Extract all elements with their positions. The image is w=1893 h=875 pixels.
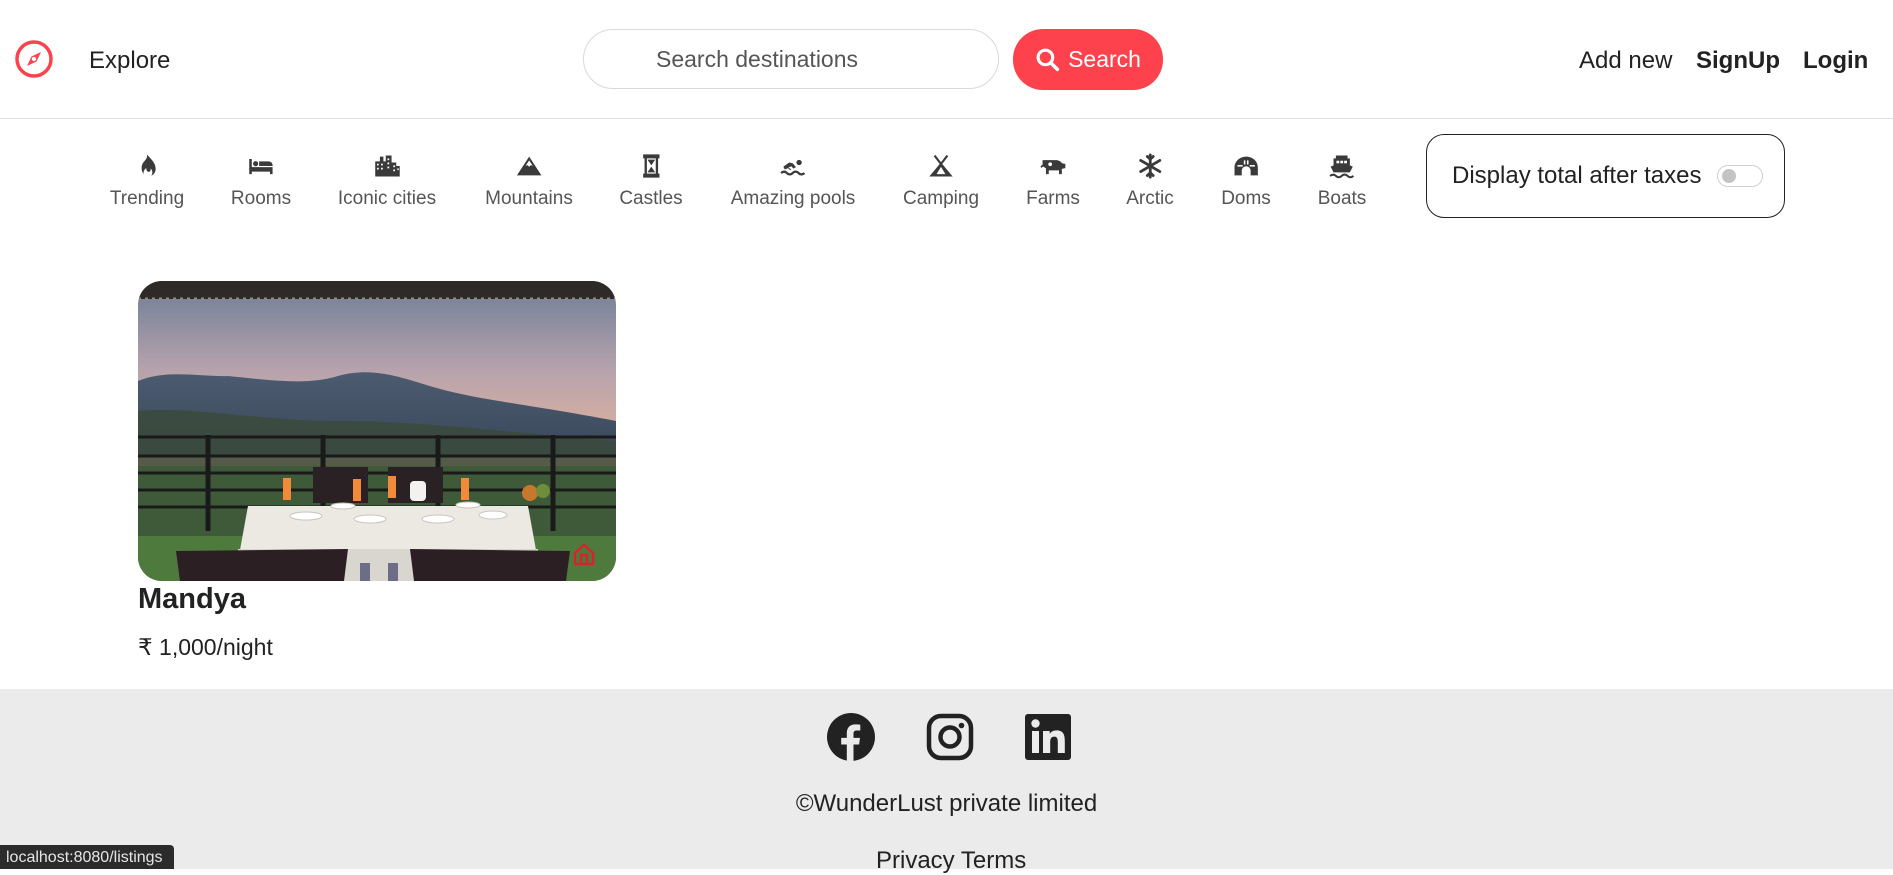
filter-iconic-cities[interactable]: Iconic cities <box>338 147 436 237</box>
filter-label: Trending <box>109 188 185 209</box>
tax-toggle-box: Display total after taxes <box>1426 134 1785 218</box>
filter-mountains[interactable]: Mountains <box>485 147 573 237</box>
linkedin-icon[interactable] <box>1023 712 1073 762</box>
instagram-icon[interactable] <box>925 712 975 762</box>
castle-icon <box>642 154 660 178</box>
filter-label: Boats <box>1317 188 1367 209</box>
login-link[interactable]: Login <box>1803 47 1868 75</box>
add-new-link[interactable]: Add new <box>1579 47 1672 75</box>
switch-knob <box>1722 169 1737 183</box>
footer-links: Privacy Terms <box>876 847 1026 875</box>
filter-doms[interactable]: Doms <box>1221 147 1271 237</box>
filter-boats[interactable]: Boats <box>1317 147 1367 237</box>
tax-toggle-switch[interactable] <box>1717 165 1764 187</box>
nav-explore-link[interactable]: Explore <box>89 47 170 75</box>
listing-photo <box>138 281 616 581</box>
snowflake-icon <box>1139 153 1161 179</box>
filter-label: Mountains <box>485 188 573 209</box>
search-input[interactable] <box>583 29 999 89</box>
filter-label: Camping <box>902 188 980 209</box>
cow-icon <box>1040 160 1066 175</box>
swimmer-icon <box>780 159 806 176</box>
navbar: Explore Search Add new SignUp Login <box>0 0 1893 119</box>
copyright-text: ©WunderLust private limited <box>795 790 1098 817</box>
filter-farms[interactable]: Farms <box>1026 147 1080 237</box>
city-icon <box>375 155 400 177</box>
filter-label: Farms <box>1026 188 1080 209</box>
listing-title[interactable]: Mandya <box>138 583 246 616</box>
mountain-icon <box>516 156 542 176</box>
filter-trending[interactable]: Trending <box>110 147 184 237</box>
filter-label: Rooms <box>230 188 292 209</box>
filter-castles[interactable]: Castles <box>619 147 683 237</box>
tent-icon <box>929 154 953 177</box>
filter-label: Arctic <box>1126 188 1174 209</box>
filter-arctic[interactable]: Arctic <box>1126 147 1174 237</box>
signup-link[interactable]: SignUp <box>1696 47 1780 75</box>
filter-camping[interactable]: Camping <box>903 147 979 237</box>
status-bar-url: localhost:8080/listings <box>0 845 174 869</box>
tax-toggle-label: Display total after taxes <box>1452 162 1702 189</box>
compass-icon[interactable] <box>14 39 54 79</box>
filter-label: Iconic cities <box>337 188 437 209</box>
listing-image[interactable] <box>138 281 616 581</box>
bed-icon <box>249 159 273 175</box>
igloo-icon <box>1234 156 1258 176</box>
ferry-icon <box>1329 155 1355 179</box>
search-button-label: Search <box>1068 46 1141 72</box>
fire-icon <box>141 154 156 176</box>
filter-bar: Trending Rooms Iconic cities Mountains C… <box>0 119 1893 259</box>
listing-price: ₹ 1,000/night <box>138 634 273 660</box>
filter-label: Castles <box>619 188 683 209</box>
filter-label: Doms <box>1221 188 1271 209</box>
filter-label: Amazing pools <box>730 188 856 209</box>
search-button[interactable]: Search <box>1013 29 1163 90</box>
filter-rooms[interactable]: Rooms <box>231 147 291 237</box>
listing-card[interactable]: Mandya ₹ 1,000/night <box>138 281 616 660</box>
facebook-icon[interactable] <box>826 712 876 762</box>
terms-link[interactable]: Terms <box>961 847 1026 874</box>
footer: ©WunderLust private limited Privacy Term… <box>0 689 1893 874</box>
filter-amazing-pools[interactable]: Amazing pools <box>730 147 856 237</box>
privacy-link[interactable]: Privacy <box>876 847 955 874</box>
search-icon <box>1036 48 1060 72</box>
